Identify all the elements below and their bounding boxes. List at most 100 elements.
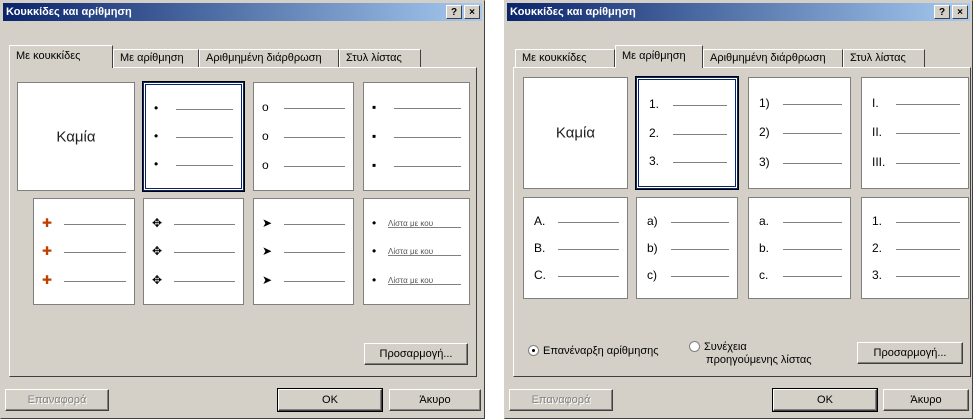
preview-line bbox=[558, 249, 619, 250]
customize-button[interactable]: Προσαρμογή... bbox=[364, 343, 468, 365]
preview-row: 1. bbox=[639, 97, 735, 111]
preview-row: c) bbox=[637, 268, 737, 282]
tab-outline-numbered[interactable]: Αριθμημένη διάρθρωση bbox=[199, 49, 339, 67]
list-marker: ✚ bbox=[42, 273, 53, 287]
preview-line bbox=[284, 137, 345, 138]
list-marker: 3. bbox=[872, 268, 883, 282]
bullet-option-solid-dot[interactable]: • • • bbox=[142, 81, 245, 192]
reset-button[interactable]: Επαναφορά bbox=[5, 389, 109, 411]
tab-list-styles[interactable]: Στυλ λίστας bbox=[843, 49, 925, 67]
sample-text: Λίστα με κου bbox=[388, 247, 434, 256]
bullet-option-picture[interactable]: ✚ ✚ ✚ bbox=[33, 198, 135, 305]
preview-line bbox=[284, 281, 345, 282]
number-option-decimal-dot[interactable]: 1. 2. 3. bbox=[635, 76, 739, 190]
number-option-lower-alpha-dot[interactable]: a. b. c. bbox=[748, 197, 851, 299]
restart-numbering-radio[interactable]: Επανέναρξη αρίθμησης bbox=[528, 344, 659, 357]
list-marker: • bbox=[372, 244, 377, 258]
list-marker: C. bbox=[534, 268, 546, 282]
list-marker: B. bbox=[534, 241, 546, 255]
preview-row: 2. bbox=[639, 126, 735, 140]
tab-label: Αριθμημένη διάρθρωση bbox=[206, 52, 322, 64]
preview-line bbox=[394, 166, 461, 167]
tab-numbering[interactable]: Με αρίθμηση bbox=[615, 45, 703, 68]
preview-line bbox=[64, 224, 126, 225]
customize-button[interactable]: Προσαρμογή... bbox=[857, 342, 963, 364]
reset-button[interactable]: Επαναφορά bbox=[509, 389, 613, 411]
preview-line bbox=[558, 222, 619, 223]
cancel-button[interactable]: Άκυρο bbox=[389, 389, 481, 411]
continue-list-radio[interactable]: Συνέχεια προηγούμενης λίστας bbox=[689, 340, 812, 366]
preview-line bbox=[783, 222, 842, 223]
list-marker: A. bbox=[534, 214, 546, 228]
preview-line bbox=[671, 249, 729, 250]
dialog-title: Κουκκίδες και αρίθμηση bbox=[6, 6, 132, 18]
preview-row: o bbox=[254, 158, 353, 172]
list-marker: ✥ bbox=[152, 244, 163, 258]
radio-checked-icon bbox=[528, 344, 539, 356]
number-option-decimal-alt[interactable]: 1. 2. 3. bbox=[861, 197, 969, 299]
tab-outline-numbered[interactable]: Αριθμημένη διάρθρωση bbox=[703, 49, 843, 67]
preview-row: ✚ bbox=[34, 244, 134, 258]
cancel-button[interactable]: Άκυρο bbox=[883, 389, 969, 411]
number-option-roman[interactable]: I. II. III. bbox=[861, 77, 969, 189]
bullet-option-square[interactable]: ▪ ▪ ▪ bbox=[363, 82, 470, 191]
list-marker: 2. bbox=[872, 241, 883, 255]
preview-line bbox=[388, 284, 461, 285]
preview-row: ➤ bbox=[254, 216, 353, 230]
preview-line bbox=[176, 165, 233, 166]
preview-row: 1) bbox=[749, 96, 850, 110]
bullet-option-list-style[interactable]: • Λίστα με κου • Λίστα με κου • Λίστα με κου bbox=[363, 198, 470, 305]
preview-row: c. bbox=[749, 268, 850, 282]
tab-bullets[interactable]: Με κουκκίδες bbox=[515, 49, 615, 67]
preview-line bbox=[673, 134, 727, 135]
preview-row: • bbox=[146, 157, 241, 171]
list-marker: • bbox=[372, 273, 377, 287]
tab-numbering[interactable]: Με αρίθμηση bbox=[113, 49, 199, 67]
option-none[interactable]: Καμία bbox=[17, 82, 135, 191]
ok-button[interactable]: OK bbox=[772, 388, 878, 412]
bullet-option-arrowhead[interactable]: ➤ ➤ ➤ bbox=[253, 198, 354, 305]
preview-line bbox=[671, 276, 729, 277]
tab-bullets[interactable]: Με κουκκίδες bbox=[9, 45, 113, 68]
restart-label: Επανέναρξη αρίθμησης bbox=[543, 345, 659, 357]
bullets-dialog-left: Κουκκίδες και αρίθμηση ? × Με κουκκίδες … bbox=[0, 0, 485, 419]
cancel-label: Άκυρο bbox=[910, 394, 942, 406]
preview-row: 2. bbox=[862, 241, 968, 255]
list-marker: o bbox=[262, 158, 269, 172]
list-marker: 1. bbox=[872, 214, 883, 228]
ok-label: OK bbox=[817, 394, 833, 406]
number-option-upper-alpha[interactable]: A. B. C. bbox=[523, 197, 628, 299]
preview-line bbox=[64, 281, 126, 282]
ok-button[interactable]: OK bbox=[277, 388, 383, 412]
preview-line bbox=[388, 255, 461, 256]
preview-row: o bbox=[254, 100, 353, 114]
sample-text: Λίστα με κου bbox=[388, 276, 434, 285]
preview-line bbox=[176, 137, 233, 138]
tab-list-styles[interactable]: Στυλ λίστας bbox=[339, 49, 421, 67]
close-button[interactable]: × bbox=[464, 5, 480, 19]
list-marker: ✥ bbox=[152, 216, 163, 230]
preview-line bbox=[896, 249, 960, 250]
preview-line bbox=[284, 224, 345, 225]
bullet-option-four-diamond[interactable]: ✥ ✥ ✥ bbox=[143, 198, 244, 305]
preview-line bbox=[394, 137, 461, 138]
preview-line bbox=[783, 163, 842, 164]
preview-line bbox=[284, 108, 345, 109]
preview-row: III. bbox=[862, 155, 968, 169]
number-option-decimal-paren[interactable]: 1) 2) 3) bbox=[748, 77, 851, 189]
list-marker: 2) bbox=[759, 125, 770, 139]
list-marker: I. bbox=[872, 96, 879, 110]
help-button[interactable]: ? bbox=[934, 5, 950, 19]
bullet-option-hollow-circle[interactable]: o o o bbox=[253, 82, 354, 191]
preview-row: ✚ bbox=[34, 273, 134, 287]
continue-label-2: προηγούμενης λίστας bbox=[706, 354, 812, 366]
number-option-lower-alpha-paren[interactable]: a) b) c) bbox=[636, 197, 738, 299]
option-none[interactable]: Καμία bbox=[523, 77, 628, 189]
preview-line bbox=[673, 105, 727, 106]
preview-row: 3) bbox=[749, 155, 850, 169]
list-marker: 1. bbox=[649, 97, 660, 111]
close-button[interactable]: × bbox=[952, 5, 968, 19]
customize-label: Προσαρμογή... bbox=[379, 348, 453, 360]
tab-label: Στυλ λίστας bbox=[850, 52, 906, 64]
help-button[interactable]: ? bbox=[446, 5, 462, 19]
